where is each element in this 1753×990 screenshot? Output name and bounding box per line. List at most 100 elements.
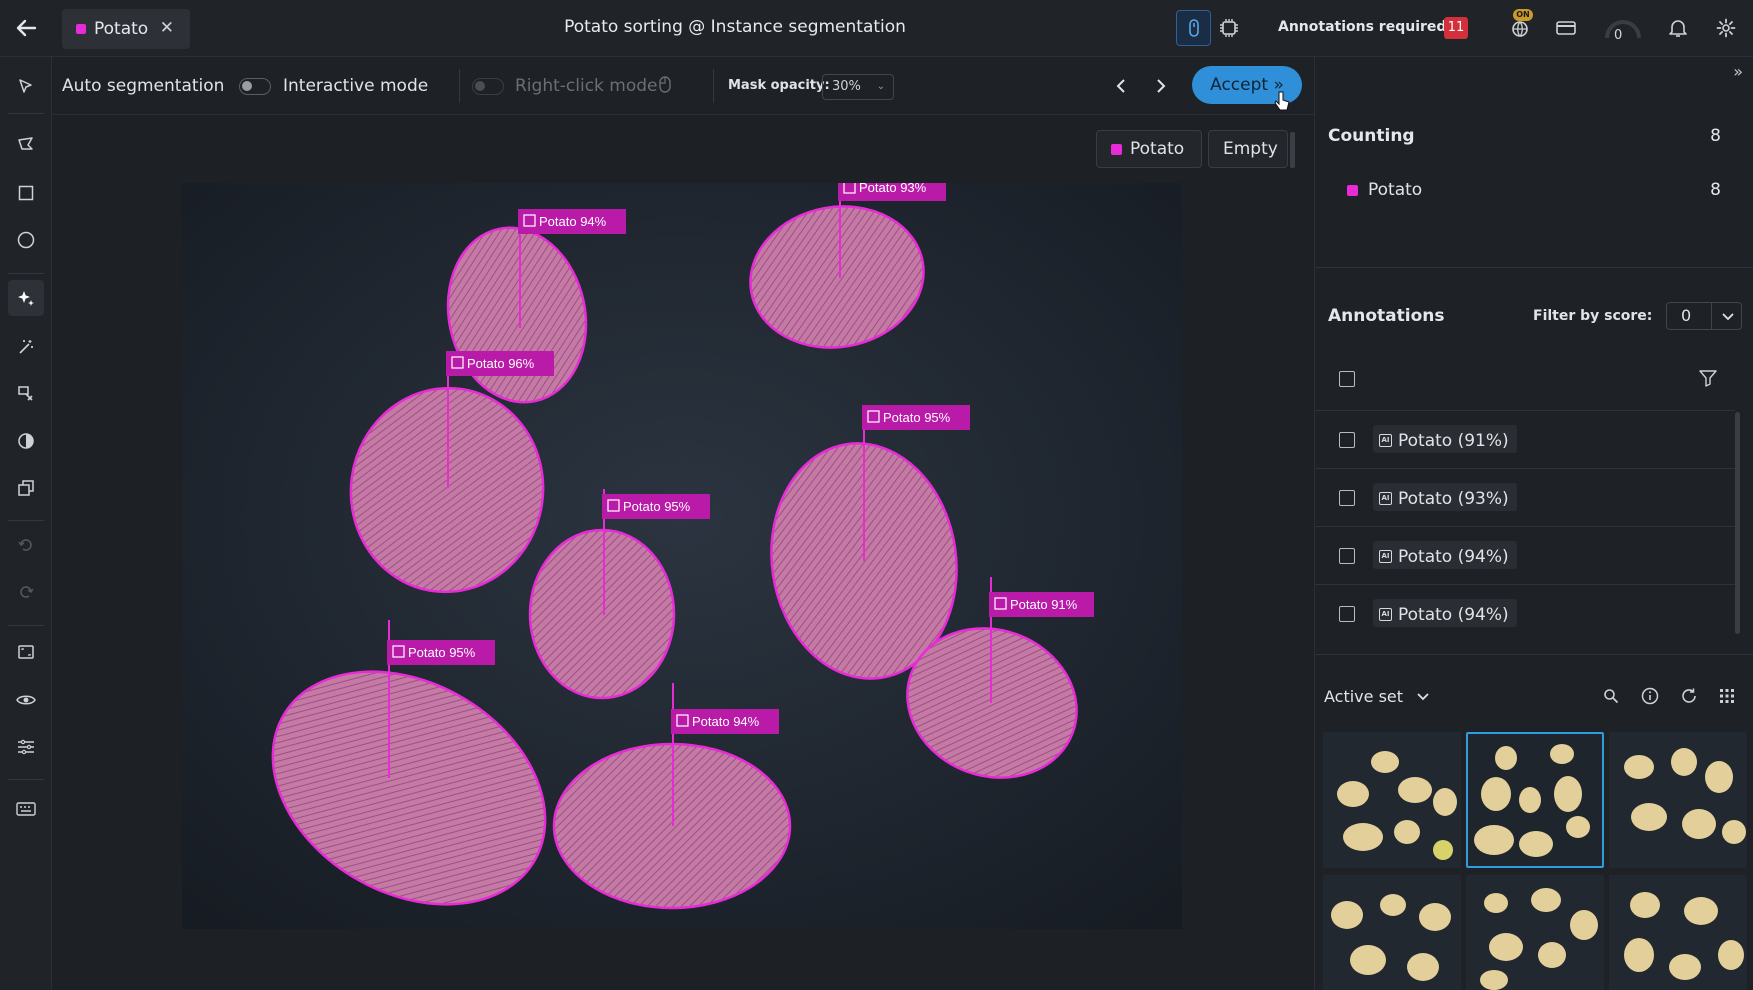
filter-funnel-icon[interactable]	[1699, 369, 1717, 391]
select-all-checkbox[interactable]	[1339, 371, 1355, 387]
tool-rail	[0, 57, 52, 990]
potato-mask[interactable]	[528, 528, 676, 700]
fit-screen-icon[interactable]	[8, 634, 44, 670]
filter-by-score-label: Filter by score:	[1533, 308, 1653, 324]
previous-image-icon[interactable]	[1108, 73, 1134, 99]
image-thumbnail[interactable]	[1609, 732, 1747, 868]
ai-icon: AI	[1379, 550, 1392, 563]
annotation-label[interactable]: Potato 95%	[602, 494, 710, 519]
pointer-mode-button[interactable]	[1176, 10, 1211, 46]
annotation-label[interactable]: Potato 95%	[862, 405, 970, 430]
rail-divider	[8, 779, 44, 780]
image-canvas[interactable]: Potato 93% Potato 94% Potato 96% Potato …	[182, 183, 1182, 929]
annotation-list-item[interactable]: AI Potato (94%)	[1315, 584, 1735, 642]
annotation-label[interactable]: Potato 96%	[446, 351, 554, 376]
search-icon[interactable]	[1599, 684, 1623, 708]
active-set-label: Active set	[1324, 687, 1404, 706]
image-thumbnail[interactable]	[1609, 875, 1747, 990]
fill-tool-icon[interactable]	[8, 423, 44, 459]
right-click-mode-toggle[interactable]	[472, 78, 504, 95]
filter-score-value: 0	[1681, 306, 1692, 325]
info-icon[interactable]	[1638, 684, 1662, 708]
segmentation-toolbar: Auto segmentation Interactive mode Right…	[52, 57, 1314, 115]
annotation-pill[interactable]: AI Potato (91%)	[1373, 425, 1517, 453]
annotations-required-label: Annotations required:	[1278, 19, 1453, 35]
annotation-list-scrollbar[interactable]	[1735, 412, 1740, 634]
back-arrow-icon[interactable]	[8, 10, 44, 46]
brush-tool-icon[interactable]	[8, 376, 44, 412]
image-thumbnail-selected[interactable]	[1466, 732, 1604, 868]
annotation-list-item[interactable]: AI Potato (94%)	[1315, 526, 1735, 584]
image-thumbnail[interactable]	[1323, 875, 1461, 990]
ai-sparkle-tool-icon[interactable]	[8, 280, 44, 316]
card-icon[interactable]	[1552, 14, 1580, 42]
annotation-label[interactable]: Potato 91%	[989, 592, 1094, 617]
annotation-pill[interactable]: AI Potato (93%)	[1373, 483, 1517, 511]
annotation-item-label: Potato (94%)	[1398, 546, 1509, 567]
class-color-swatch	[1111, 143, 1122, 155]
annotation-checkbox[interactable]	[1339, 606, 1355, 622]
active-set-dropdown[interactable]: Active set	[1324, 687, 1430, 706]
toolbar-divider	[459, 69, 460, 103]
annotation-checkbox[interactable]	[1339, 548, 1355, 564]
empty-chip-label: Empty	[1223, 139, 1278, 159]
empty-chip[interactable]: Empty	[1208, 130, 1288, 168]
class-color-swatch	[1347, 184, 1358, 196]
rectangle-tool-icon[interactable]	[8, 175, 44, 211]
annotation-label[interactable]: Potato 94%	[518, 209, 626, 234]
duplicate-tool-icon[interactable]	[8, 470, 44, 506]
annotation-label[interactable]: Potato 93%	[838, 183, 946, 201]
class-chip-label: Potato	[1130, 139, 1185, 159]
image-thumbnail[interactable]	[1466, 875, 1604, 990]
ellipse-tool-icon[interactable]	[8, 222, 44, 258]
panel-divider	[1315, 267, 1753, 268]
class-chip-potato[interactable]: Potato	[1096, 130, 1202, 168]
gear-icon[interactable]	[1712, 14, 1740, 42]
collapse-panel-icon[interactable]: »	[1733, 62, 1743, 81]
view-mode-toggle	[1176, 10, 1246, 46]
tab-potato[interactable]: Potato ✕	[62, 9, 190, 49]
mask-opacity-select[interactable]: 30% ⌄	[822, 74, 894, 100]
annotation-list-item[interactable]: AI Potato (93%)	[1315, 468, 1735, 526]
mask-opacity-value: 30%	[832, 79, 861, 94]
close-icon[interactable]: ✕	[160, 18, 174, 38]
annotation-checkbox[interactable]	[1339, 490, 1355, 506]
tab-label: Potato	[94, 19, 149, 39]
annotation-label-text: Potato 91%	[1010, 597, 1078, 612]
grid-view-icon[interactable]	[1715, 684, 1739, 708]
annotations-required-badge: 11	[1444, 17, 1468, 39]
refresh-icon[interactable]	[1677, 684, 1701, 708]
annotation-pill[interactable]: AI Potato (94%)	[1373, 541, 1517, 569]
eye-icon[interactable]	[8, 682, 44, 718]
annotation-label-text: Potato 93%	[859, 183, 927, 195]
chip-scrollbar	[1290, 132, 1295, 168]
annotation-label-text: Potato 95%	[623, 499, 691, 514]
annotation-label[interactable]: Potato 94%	[671, 709, 779, 734]
canvas-area: Potato Empty Potato 93% Potato 94% Potat…	[52, 115, 1314, 990]
rail-divider	[8, 520, 44, 521]
bell-icon[interactable]	[1664, 14, 1692, 42]
ai-mode-button[interactable]	[1211, 10, 1246, 46]
chevron-down-icon	[1417, 693, 1429, 701]
annotation-list-item[interactable]: AI Potato (91%)	[1315, 410, 1735, 468]
annotation-checkbox[interactable]	[1339, 432, 1355, 448]
annotation-item-label: Potato (91%)	[1398, 430, 1509, 451]
interactive-mode-toggle[interactable]	[239, 78, 271, 95]
image-thumbnail[interactable]	[1323, 732, 1461, 868]
keyboard-icon[interactable]	[8, 791, 44, 827]
interactive-mode-label: Interactive mode	[283, 76, 429, 96]
annotation-label[interactable]: Potato 95%	[387, 640, 495, 665]
chevron-down-icon	[1721, 307, 1735, 326]
annotation-pill[interactable]: AI Potato (94%)	[1373, 599, 1517, 627]
select-tool-icon[interactable]	[8, 68, 44, 104]
annotation-label-text: Potato 94%	[539, 214, 607, 229]
undo-icon[interactable]	[8, 527, 44, 563]
chevron-down-icon: ⌄	[876, 81, 885, 92]
redo-icon[interactable]	[8, 574, 44, 610]
adjustments-icon[interactable]	[8, 729, 44, 765]
next-image-icon[interactable]	[1148, 73, 1174, 99]
polygon-tool-icon[interactable]	[8, 127, 44, 163]
magic-wand-tool-icon[interactable]	[8, 329, 44, 365]
counting-title: Counting	[1328, 126, 1415, 146]
filter-score-select[interactable]: 0	[1666, 302, 1742, 330]
